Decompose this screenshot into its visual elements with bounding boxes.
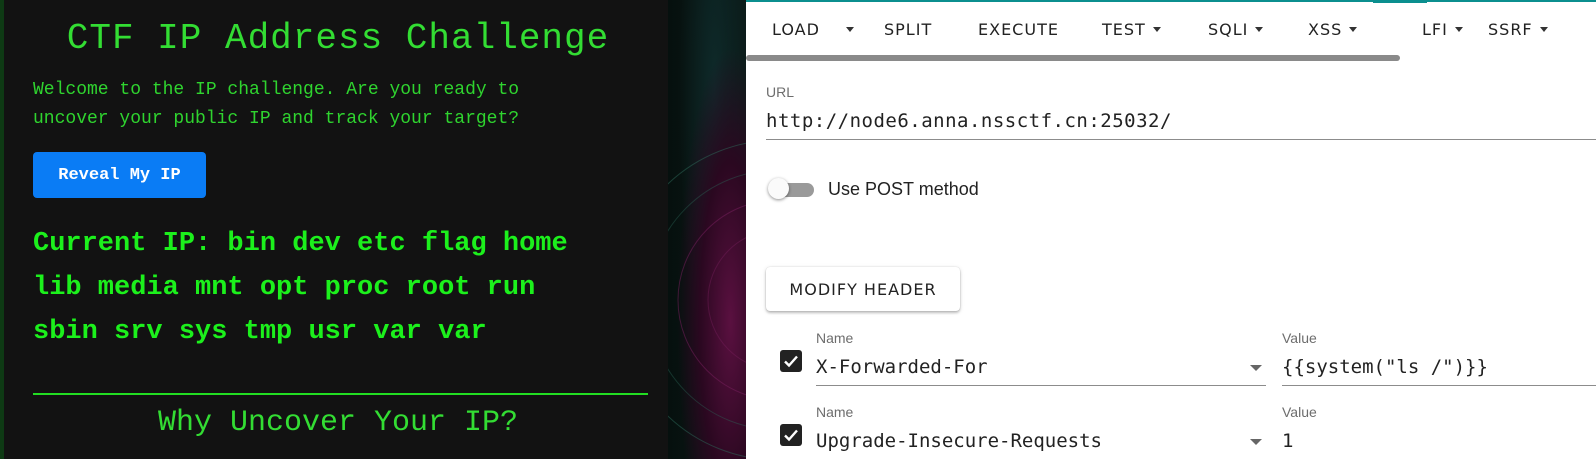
- check-icon: [784, 429, 798, 442]
- header-name-underline: [816, 385, 1266, 386]
- ssrf-menu[interactable]: SSRF: [1488, 16, 1548, 42]
- load-label: LOAD: [772, 19, 820, 39]
- xss-label: XSS: [1308, 19, 1343, 39]
- modify-header-button[interactable]: MODIFY HEADER: [766, 267, 960, 311]
- lfi-menu[interactable]: LFI: [1422, 16, 1463, 42]
- chevron-down-icon: [846, 26, 854, 32]
- test-menu[interactable]: TEST: [1102, 16, 1161, 42]
- sqli-menu[interactable]: SQLI: [1208, 16, 1264, 42]
- split-button[interactable]: SPLIT: [884, 16, 932, 42]
- header-enabled-checkbox[interactable]: [780, 424, 802, 446]
- test-label: TEST: [1102, 19, 1146, 39]
- header-name-label: Name: [816, 404, 854, 420]
- current-ip-line: lib media mnt opt proc root run: [33, 273, 536, 303]
- background-graphic: [668, 0, 746, 459]
- hackbar-toolbar: LOAD SPLIT EXECUTE TEST SQLI XSS LFI SSR…: [746, 2, 1596, 61]
- current-ip-line: sbin srv sys tmp usr var var: [33, 317, 487, 347]
- post-method-label: Use POST method: [828, 179, 979, 199]
- toggle-thumb: [768, 178, 789, 199]
- chevron-down-icon: [1539, 26, 1548, 32]
- chevron-down-icon: [1454, 26, 1463, 32]
- current-ip-output: Current IP: bin dev etc flag home lib me…: [33, 222, 648, 354]
- toolbar-scrollbar[interactable]: [746, 55, 1400, 61]
- url-underline: [766, 139, 1596, 140]
- ctf-page: CTF IP Address Challenge Welcome to the …: [0, 0, 668, 459]
- lfi-label: LFI: [1422, 19, 1448, 39]
- execute-button[interactable]: EXECUTE: [978, 16, 1059, 42]
- header-value-label: Value: [1282, 330, 1317, 346]
- execute-label: EXECUTE: [978, 19, 1059, 39]
- check-icon: [784, 355, 798, 368]
- url-label: URL: [766, 84, 795, 100]
- header-row: Name X-Forwarded-For Value {{system("ls …: [746, 328, 1596, 400]
- chevron-down-icon: [1349, 26, 1358, 32]
- post-method-toggle[interactable]: [768, 178, 814, 199]
- sqli-label: SQLI: [1208, 19, 1249, 39]
- split-label: SPLIT: [884, 19, 933, 39]
- header-row: Name Upgrade-Insecure-Requests Value 1: [746, 402, 1596, 459]
- hackbar-panel: LOAD SPLIT EXECUTE TEST SQLI XSS LFI SSR…: [746, 0, 1596, 459]
- background-globe-graphic: [668, 142, 746, 458]
- chevron-down-icon[interactable]: [1250, 365, 1262, 371]
- header-name-label: Name: [816, 330, 854, 346]
- load-dropdown-button[interactable]: [846, 16, 854, 42]
- intro-text: Welcome to the IP challenge. Are you rea…: [33, 80, 520, 129]
- load-button[interactable]: LOAD: [772, 16, 820, 42]
- header-value-input[interactable]: 1: [1282, 430, 1293, 452]
- xss-menu[interactable]: XSS: [1308, 16, 1358, 42]
- header-name-input[interactable]: Upgrade-Insecure-Requests: [816, 430, 1102, 452]
- chevron-down-icon[interactable]: [1250, 439, 1262, 445]
- section-divider: [33, 393, 648, 395]
- header-value-label: Value: [1282, 404, 1317, 420]
- active-tab-indicator: [1373, 2, 1427, 3]
- header-value-underline: [1282, 385, 1596, 386]
- reveal-ip-button[interactable]: Reveal My IP: [33, 152, 206, 198]
- header-enabled-checkbox[interactable]: [780, 350, 802, 372]
- section-heading: Why Uncover Your IP?: [157, 406, 519, 440]
- header-name-input[interactable]: X-Forwarded-For: [816, 356, 988, 378]
- page-title: CTF IP Address Challenge: [66, 18, 610, 59]
- chevron-down-icon: [1255, 26, 1264, 32]
- header-value-input[interactable]: {{system("ls /")}}: [1282, 356, 1488, 378]
- chevron-down-icon: [1152, 26, 1161, 32]
- current-ip-line: Current IP: bin dev etc flag home: [33, 229, 568, 259]
- ssrf-label: SSRF: [1488, 19, 1533, 39]
- url-input[interactable]: http://node6.anna.nssctf.cn:25032/: [766, 110, 1172, 132]
